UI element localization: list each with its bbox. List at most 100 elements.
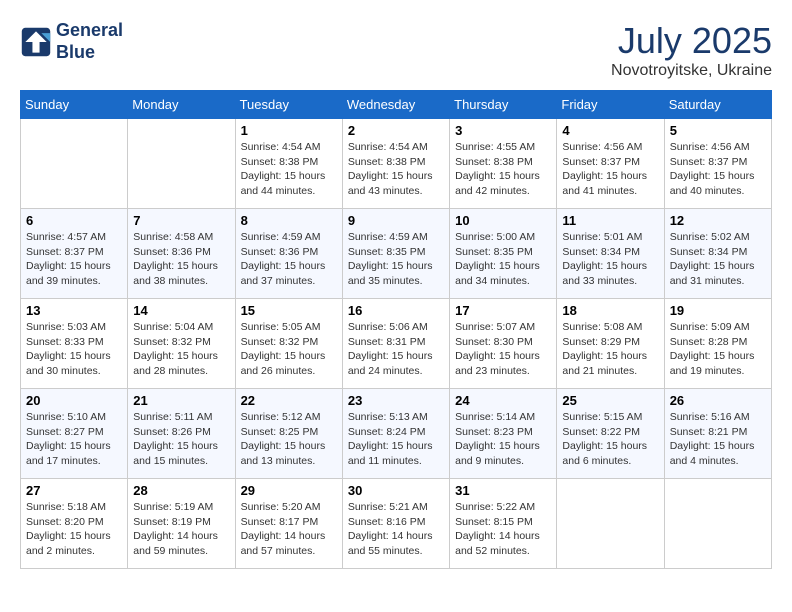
day-detail: Sunrise: 4:54 AM Sunset: 8:38 PM Dayligh… xyxy=(241,140,337,199)
day-number: 3 xyxy=(455,123,551,138)
logo-text: General Blue xyxy=(56,20,123,63)
calendar-cell: 16 Sunrise: 5:06 AM Sunset: 8:31 PM Dayli… xyxy=(342,299,449,389)
day-number: 30 xyxy=(348,483,444,498)
calendar-cell: 27Sunrise: 5:18 AM Sunset: 8:20 PM Dayli… xyxy=(21,479,128,569)
day-detail: Sunrise: 5:02 AM Sunset: 8:34 PM Dayligh… xyxy=(670,230,766,289)
calendar-cell xyxy=(21,119,128,209)
calendar-cell: 20 Sunrise: 5:10 AM Sunset: 8:27 PM Dayli… xyxy=(21,389,128,479)
calendar-cell: 7 Sunrise: 4:58 AM Sunset: 8:36 PM Daylig… xyxy=(128,209,235,299)
day-detail: Sunrise: 5:05 AM Sunset: 8:32 PM Dayligh… xyxy=(241,320,337,379)
day-number: 22 xyxy=(241,393,337,408)
day-detail: Sunrise: 5:09 AM Sunset: 8:28 PM Dayligh… xyxy=(670,320,766,379)
calendar-cell: 29 Sunrise: 5:20 AM Sunset: 8:17 PM Dayli… xyxy=(235,479,342,569)
day-number: 9 xyxy=(348,213,444,228)
day-number: 16 xyxy=(348,303,444,318)
day-number: 2 xyxy=(348,123,444,138)
day-number: 12 xyxy=(670,213,766,228)
day-number: 29 xyxy=(241,483,337,498)
calendar-cell: 1Sunrise: 4:54 AM Sunset: 8:38 PM Daylig… xyxy=(235,119,342,209)
day-detail: Sunrise: 5:13 AM Sunset: 8:24 PM Dayligh… xyxy=(348,410,444,469)
calendar-cell: 25Sunrise: 5:15 AM Sunset: 8:22 PM Dayli… xyxy=(557,389,664,479)
day-number: 4 xyxy=(562,123,658,138)
day-detail: Sunrise: 5:08 AM Sunset: 8:29 PM Dayligh… xyxy=(562,320,658,379)
calendar-cell: 3 Sunrise: 4:55 AM Sunset: 8:38 PM Daylig… xyxy=(450,119,557,209)
day-detail: Sunrise: 4:59 AM Sunset: 8:36 PM Dayligh… xyxy=(241,230,337,289)
day-number: 11 xyxy=(562,213,658,228)
day-detail: Sunrise: 5:18 AM Sunset: 8:20 PM Dayligh… xyxy=(26,500,122,559)
calendar-cell: 22 Sunrise: 5:12 AM Sunset: 8:25 PM Dayli… xyxy=(235,389,342,479)
calendar-cell: 9 Sunrise: 4:59 AM Sunset: 8:35 PM Daylig… xyxy=(342,209,449,299)
day-detail: Sunrise: 5:12 AM Sunset: 8:25 PM Dayligh… xyxy=(241,410,337,469)
day-number: 14 xyxy=(133,303,229,318)
day-detail: Sunrise: 5:22 AM Sunset: 8:15 PM Dayligh… xyxy=(455,500,551,559)
weekday-header: Thursday xyxy=(450,91,557,119)
day-number: 8 xyxy=(241,213,337,228)
day-detail: Sunrise: 5:11 AM Sunset: 8:26 PM Dayligh… xyxy=(133,410,229,469)
calendar-cell: 23Sunrise: 5:13 AM Sunset: 8:24 PM Dayli… xyxy=(342,389,449,479)
day-detail: Sunrise: 4:55 AM Sunset: 8:38 PM Dayligh… xyxy=(455,140,551,199)
calendar-cell: 13 Sunrise: 5:03 AM Sunset: 8:33 PM Dayli… xyxy=(21,299,128,389)
day-detail: Sunrise: 5:19 AM Sunset: 8:19 PM Dayligh… xyxy=(133,500,229,559)
month-title: July 2025 xyxy=(611,20,772,62)
calendar-cell xyxy=(557,479,664,569)
calendar-cell: 11 Sunrise: 5:01 AM Sunset: 8:34 PM Dayli… xyxy=(557,209,664,299)
calendar-cell: 10 Sunrise: 5:00 AM Sunset: 8:35 PM Dayli… xyxy=(450,209,557,299)
weekday-header: Friday xyxy=(557,91,664,119)
day-detail: Sunrise: 4:59 AM Sunset: 8:35 PM Dayligh… xyxy=(348,230,444,289)
day-number: 7 xyxy=(133,213,229,228)
calendar-cell: 5 Sunrise: 4:56 AM Sunset: 8:37 PM Daylig… xyxy=(664,119,771,209)
day-detail: Sunrise: 5:10 AM Sunset: 8:27 PM Dayligh… xyxy=(26,410,122,469)
calendar-cell: 4Sunrise: 4:56 AM Sunset: 8:37 PM Daylig… xyxy=(557,119,664,209)
day-detail: Sunrise: 5:03 AM Sunset: 8:33 PM Dayligh… xyxy=(26,320,122,379)
logo-icon xyxy=(20,26,52,58)
day-number: 18 xyxy=(562,303,658,318)
day-number: 15 xyxy=(241,303,337,318)
calendar-cell: 31 Sunrise: 5:22 AM Sunset: 8:15 PM Dayli… xyxy=(450,479,557,569)
day-number: 6 xyxy=(26,213,122,228)
calendar-week-row: 6 Sunrise: 4:57 AM Sunset: 8:37 PM Daylig… xyxy=(21,209,772,299)
day-detail: Sunrise: 5:01 AM Sunset: 8:34 PM Dayligh… xyxy=(562,230,658,289)
calendar-cell: 18 Sunrise: 5:08 AM Sunset: 8:29 PM Dayli… xyxy=(557,299,664,389)
calendar-cell: 19Sunrise: 5:09 AM Sunset: 8:28 PM Dayli… xyxy=(664,299,771,389)
day-detail: Sunrise: 4:56 AM Sunset: 8:37 PM Dayligh… xyxy=(670,140,766,199)
day-number: 17 xyxy=(455,303,551,318)
calendar-cell xyxy=(128,119,235,209)
day-detail: Sunrise: 4:54 AM Sunset: 8:38 PM Dayligh… xyxy=(348,140,444,199)
day-detail: Sunrise: 4:57 AM Sunset: 8:37 PM Dayligh… xyxy=(26,230,122,289)
calendar-table: SundayMondayTuesdayWednesdayThursdayFrid… xyxy=(20,90,772,569)
weekday-header: Tuesday xyxy=(235,91,342,119)
calendar-week-row: 13 Sunrise: 5:03 AM Sunset: 8:33 PM Dayli… xyxy=(21,299,772,389)
day-number: 13 xyxy=(26,303,122,318)
location-subtitle: Novotroyitske, Ukraine xyxy=(611,62,772,80)
calendar-cell: 15 Sunrise: 5:05 AM Sunset: 8:32 PM Dayli… xyxy=(235,299,342,389)
day-number: 31 xyxy=(455,483,551,498)
day-number: 21 xyxy=(133,393,229,408)
calendar-cell: 28 Sunrise: 5:19 AM Sunset: 8:19 PM Dayli… xyxy=(128,479,235,569)
calendar-cell: 26Sunrise: 5:16 AM Sunset: 8:21 PM Dayli… xyxy=(664,389,771,479)
day-number: 28 xyxy=(133,483,229,498)
day-number: 5 xyxy=(670,123,766,138)
day-detail: Sunrise: 5:14 AM Sunset: 8:23 PM Dayligh… xyxy=(455,410,551,469)
day-number: 20 xyxy=(26,393,122,408)
day-number: 24 xyxy=(455,393,551,408)
calendar-cell: 2 Sunrise: 4:54 AM Sunset: 8:38 PM Daylig… xyxy=(342,119,449,209)
logo-line1: General xyxy=(56,20,123,42)
calendar-cell: 21 Sunrise: 5:11 AM Sunset: 8:26 PM Dayli… xyxy=(128,389,235,479)
day-number: 10 xyxy=(455,213,551,228)
calendar-week-row: 20 Sunrise: 5:10 AM Sunset: 8:27 PM Dayli… xyxy=(21,389,772,479)
day-detail: Sunrise: 5:00 AM Sunset: 8:35 PM Dayligh… xyxy=(455,230,551,289)
day-number: 25 xyxy=(562,393,658,408)
day-detail: Sunrise: 5:06 AM Sunset: 8:31 PM Dayligh… xyxy=(348,320,444,379)
calendar-cell: 14Sunrise: 5:04 AM Sunset: 8:32 PM Dayli… xyxy=(128,299,235,389)
day-detail: Sunrise: 5:16 AM Sunset: 8:21 PM Dayligh… xyxy=(670,410,766,469)
day-detail: Sunrise: 4:58 AM Sunset: 8:36 PM Dayligh… xyxy=(133,230,229,289)
day-detail: Sunrise: 5:20 AM Sunset: 8:17 PM Dayligh… xyxy=(241,500,337,559)
weekday-header: Monday xyxy=(128,91,235,119)
day-detail: Sunrise: 5:21 AM Sunset: 8:16 PM Dayligh… xyxy=(348,500,444,559)
weekday-header: Wednesday xyxy=(342,91,449,119)
calendar-cell xyxy=(664,479,771,569)
calendar-cell: 8 Sunrise: 4:59 AM Sunset: 8:36 PM Daylig… xyxy=(235,209,342,299)
calendar-cell: 30 Sunrise: 5:21 AM Sunset: 8:16 PM Dayli… xyxy=(342,479,449,569)
calendar-cell: 12 Sunrise: 5:02 AM Sunset: 8:34 PM Dayli… xyxy=(664,209,771,299)
calendar-week-row: 1Sunrise: 4:54 AM Sunset: 8:38 PM Daylig… xyxy=(21,119,772,209)
